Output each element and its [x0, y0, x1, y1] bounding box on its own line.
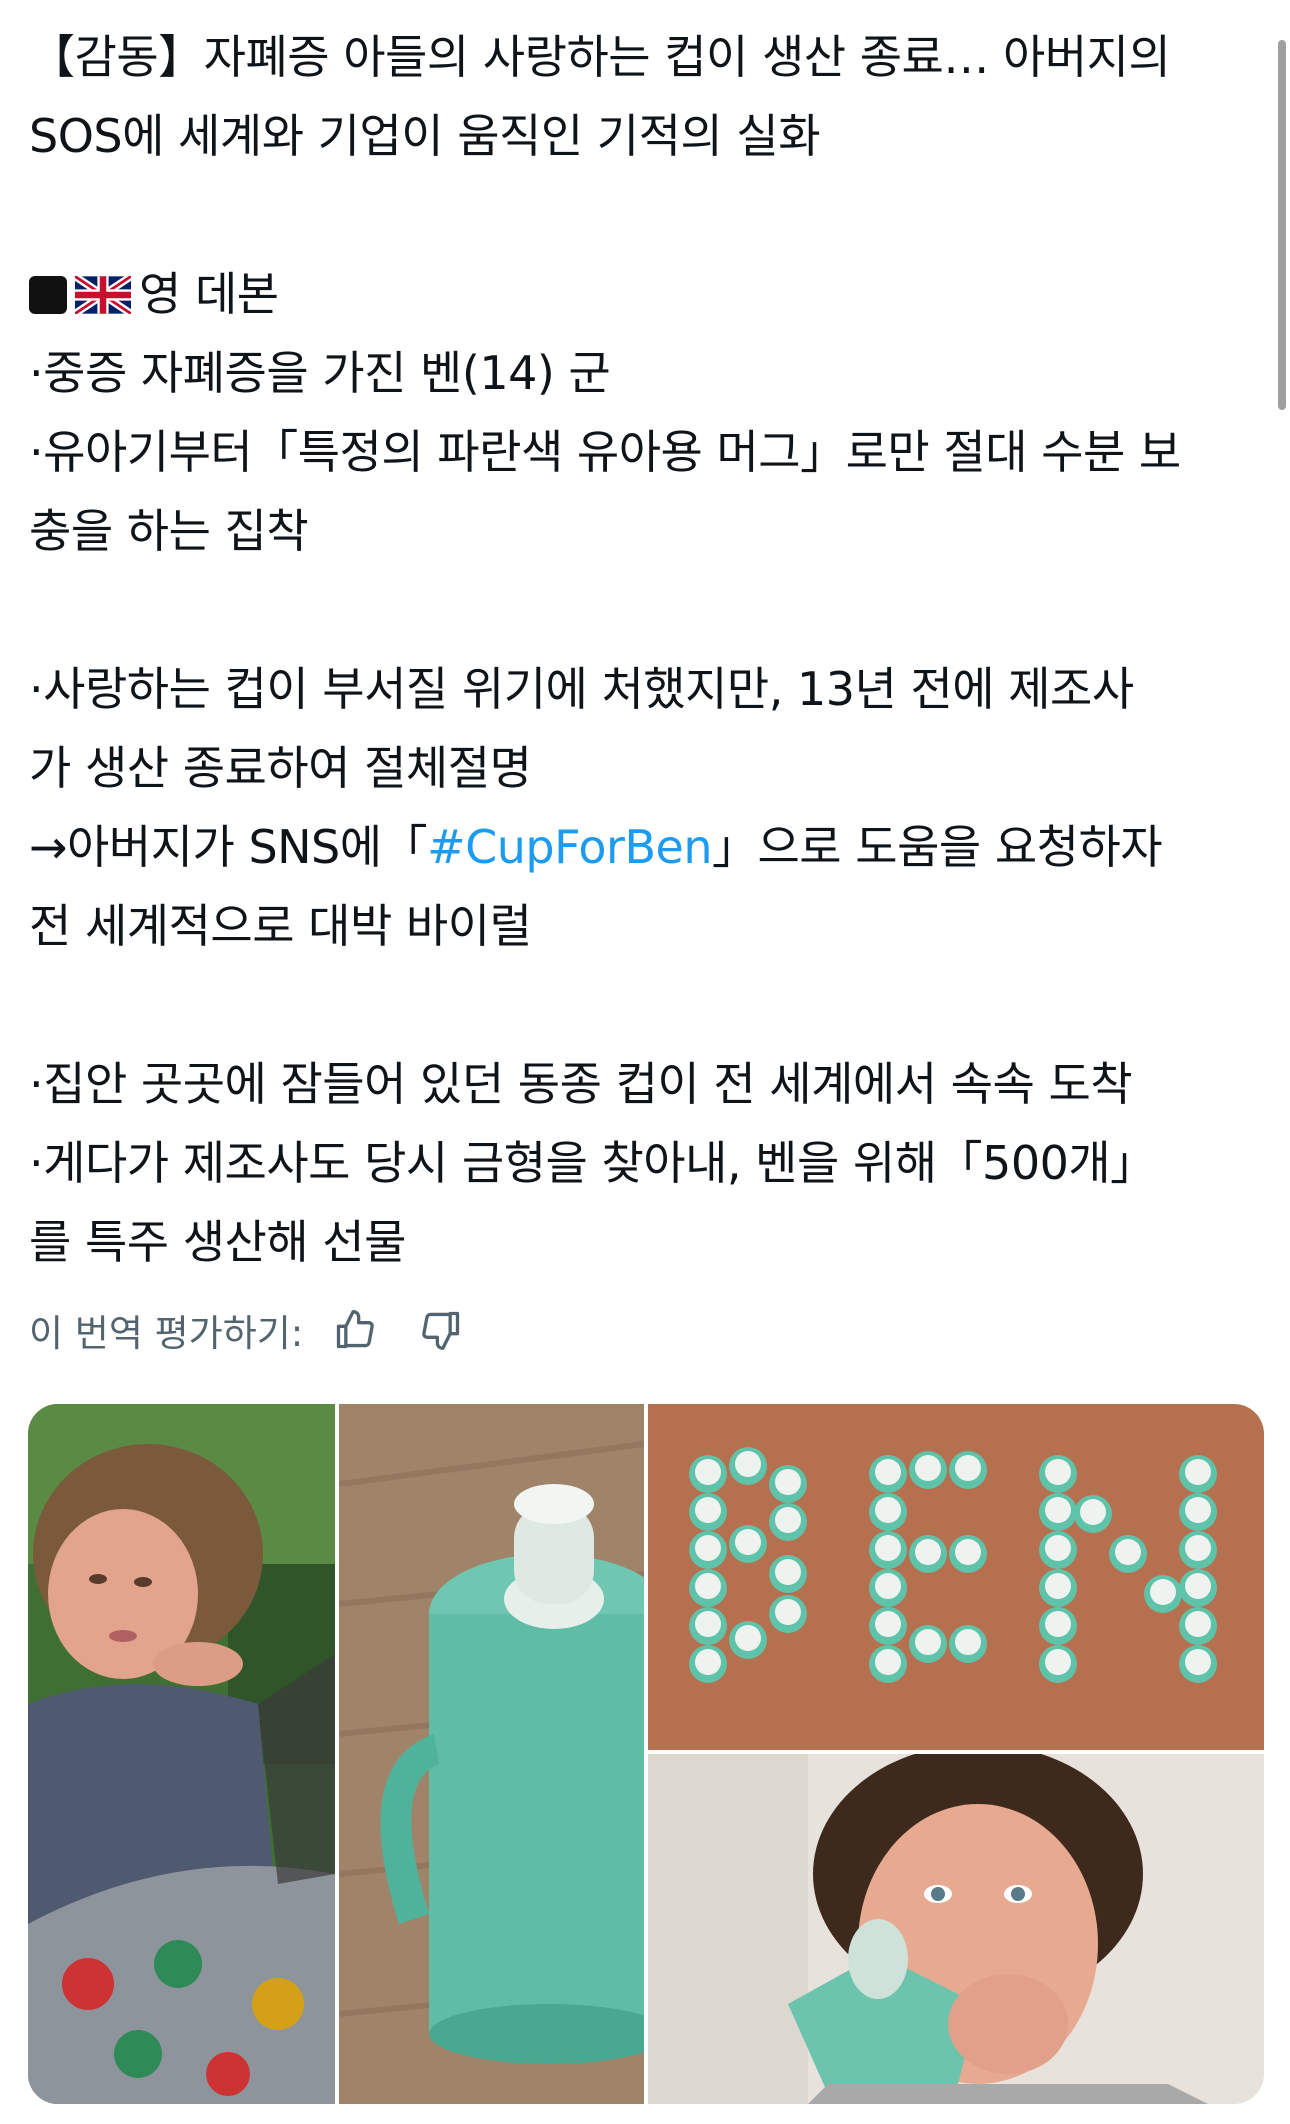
cup-mark: [909, 1625, 947, 1663]
cup-mark: [909, 1535, 947, 1573]
uk-flag-icon: [72, 259, 134, 338]
tweet-text: 【감동】자폐증 아들의 사랑하는 컵이 생산 종료… 아버지의 SOS에 세계와…: [29, 18, 1261, 1282]
tweet-line-part: 」으로 도움을 요청하자: [711, 820, 1163, 874]
translation-rating: 이 번역 평가하기:: [29, 1300, 503, 1360]
tweet-line: →아버지가 SNS에「#CupForBen」으로 도움을 요청하자: [29, 808, 1261, 887]
cup-mark: [1074, 1495, 1112, 1533]
cup-mark: [1179, 1569, 1217, 1607]
cup-mark: [869, 1493, 907, 1531]
cup-mark: [769, 1555, 807, 1593]
thumbs-up-icon[interactable]: [331, 1306, 379, 1354]
teal-sippy-cup-photo[interactable]: [339, 1404, 644, 2104]
tweet-line: 【감동】자폐증 아들의 사랑하는 컵이 생산 종료… 아버지의: [29, 30, 1171, 84]
cup-mark: [769, 1595, 807, 1633]
tweet-line: ·사랑하는 컵이 부서질 위기에 처했지만, 13년 전에 제조사: [29, 662, 1134, 716]
scrollbar[interactable]: [1278, 40, 1286, 410]
black-square-icon: [29, 276, 67, 314]
cup-mark: [729, 1525, 767, 1563]
tweet-line: ·중증 자폐증을 가진 벤(14) 군: [29, 346, 611, 400]
cup-mark: [869, 1531, 907, 1569]
cup-mark: [1039, 1531, 1077, 1569]
cup-mark: [869, 1569, 907, 1607]
cup-mark: [1039, 1493, 1077, 1531]
cup-mark: [689, 1645, 727, 1683]
tweet-line-part: →아버지가 SNS에「: [29, 820, 428, 874]
location-line: 영 데본: [29, 255, 1261, 334]
cup-mark: [1179, 1645, 1217, 1683]
cup-mark: [909, 1451, 947, 1489]
cup-mark: [1109, 1535, 1147, 1573]
boy-drinking-from-cup-photo[interactable]: [648, 1754, 1264, 2104]
cup-mark: [869, 1607, 907, 1645]
cup-mark: [689, 1569, 727, 1607]
location-text: 영 데본: [139, 267, 279, 321]
cup-mark: [689, 1455, 727, 1493]
tweet-line: 충을 하는 집착: [29, 504, 309, 558]
tweet-line: 를 특주 생산해 선물: [29, 1215, 406, 1269]
tweet-line: 전 세계적으로 대박 바이럴: [29, 899, 532, 953]
cup-mark: [729, 1621, 767, 1659]
cup-mark: [949, 1625, 987, 1663]
cup-mark: [1179, 1493, 1217, 1531]
cup-mark: [1039, 1569, 1077, 1607]
cup-mark: [949, 1535, 987, 1573]
cup-mark: [689, 1607, 727, 1645]
cup-mark: [869, 1455, 907, 1493]
tweet-line: ·게다가 제조사도 당시 금형을 찾아내, 벤을 위해「500개」: [29, 1136, 1156, 1190]
cup-mark: [869, 1645, 907, 1683]
cup-mark: [769, 1503, 807, 1541]
cup-mark: [1039, 1645, 1077, 1683]
rate-translation-label: 이 번역 평가하기:: [29, 1312, 304, 1355]
boy-outdoors-photo[interactable]: [28, 1404, 335, 2104]
tweet-line: 가 생산 종료하여 절체절명: [29, 741, 532, 795]
cup-mark: [1144, 1575, 1182, 1613]
cup-mark: [1179, 1455, 1217, 1493]
cup-mark: [949, 1451, 987, 1489]
cup-mark: [689, 1531, 727, 1569]
cup-mark: [729, 1447, 767, 1485]
tweet-line: SOS에 세계와 기업이 움직인 기적의 실화: [29, 109, 821, 163]
thumbs-down-icon[interactable]: [417, 1306, 465, 1354]
tweet-line: ·집안 곳곳에 잠들어 있던 동종 컵이 전 세계에서 속속 도착: [29, 1057, 1133, 1111]
cups-spelling-ben-photo[interactable]: [648, 1404, 1264, 1750]
cup-mark: [1179, 1607, 1217, 1645]
cup-mark: [1179, 1531, 1217, 1569]
media-grid[interactable]: [28, 1404, 1264, 2104]
cup-mark: [1039, 1607, 1077, 1645]
tweet-line: ·유아기부터「특정의 파란색 유아용 머그」로만 절대 수분 보: [29, 425, 1181, 479]
hashtag-link[interactable]: #CupForBen: [427, 820, 712, 874]
cup-mark: [1039, 1455, 1077, 1493]
cup-mark: [769, 1465, 807, 1503]
cup-mark: [689, 1493, 727, 1531]
